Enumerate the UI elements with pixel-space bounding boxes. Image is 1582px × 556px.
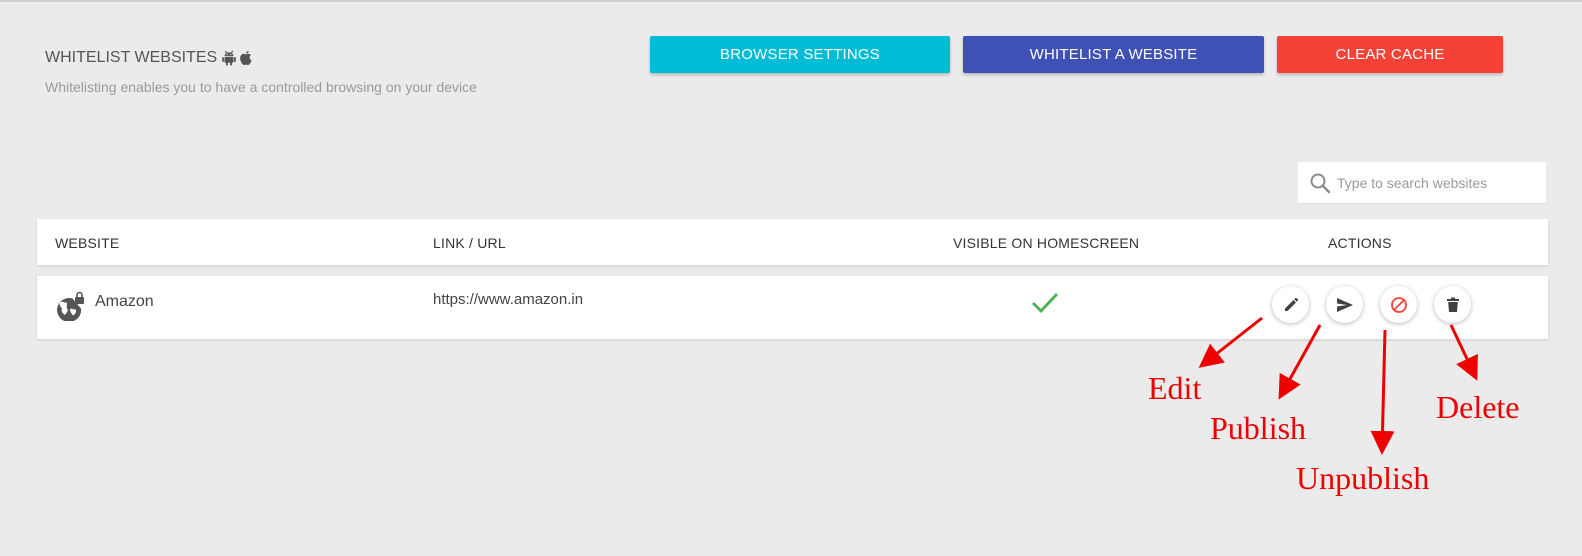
check-icon xyxy=(1031,290,1059,319)
top-divider xyxy=(0,0,1582,2)
web-lock-icon xyxy=(54,289,86,326)
block-icon xyxy=(1390,296,1407,313)
page-title-text: WHITELIST WEBSITES xyxy=(45,49,218,66)
annotation-publish: Publish xyxy=(1210,410,1307,446)
search-box xyxy=(1298,162,1546,203)
page-title: WHITELIST WEBSITES xyxy=(45,49,253,67)
delete-button[interactable] xyxy=(1434,286,1471,323)
page-subtitle: Whitelisting enables you to have a contr… xyxy=(45,79,477,95)
send-icon xyxy=(1336,297,1353,312)
website-url: https://www.amazon.in xyxy=(433,291,584,308)
column-visible: VISIBLE ON HOMESCREEN xyxy=(953,235,1140,251)
delete-icon xyxy=(1446,297,1459,312)
table-row: Amazon https://www.amazon.in xyxy=(37,276,1548,339)
clear-cache-button[interactable]: CLEAR CACHE xyxy=(1277,36,1503,73)
android-icon xyxy=(222,50,236,66)
annotation-edit: Edit xyxy=(1148,370,1202,406)
table-header: WEBSITE LINK / URL VISIBLE ON HOMESCREEN… xyxy=(37,219,1548,265)
platform-icons xyxy=(222,50,253,66)
browser-settings-button[interactable]: BROWSER SETTINGS xyxy=(650,36,950,73)
publish-button[interactable] xyxy=(1326,286,1363,323)
column-actions: ACTIONS xyxy=(1328,235,1392,251)
unpublish-button[interactable] xyxy=(1380,286,1417,323)
search-icon xyxy=(1309,172,1331,194)
column-website: WEBSITE xyxy=(55,235,120,251)
apple-icon xyxy=(240,50,252,66)
annotation-delete: Delete xyxy=(1436,389,1520,425)
whitelist-website-button[interactable]: WHITELIST A WEBSITE xyxy=(963,36,1264,73)
website-name: Amazon xyxy=(95,293,154,310)
edit-button[interactable] xyxy=(1272,286,1309,323)
edit-icon xyxy=(1284,297,1298,311)
annotation-unpublish: Unpublish xyxy=(1296,460,1430,496)
unpublish-arrow xyxy=(1370,329,1395,455)
search-input[interactable] xyxy=(1337,174,1537,191)
column-link: LINK / URL xyxy=(433,235,506,251)
